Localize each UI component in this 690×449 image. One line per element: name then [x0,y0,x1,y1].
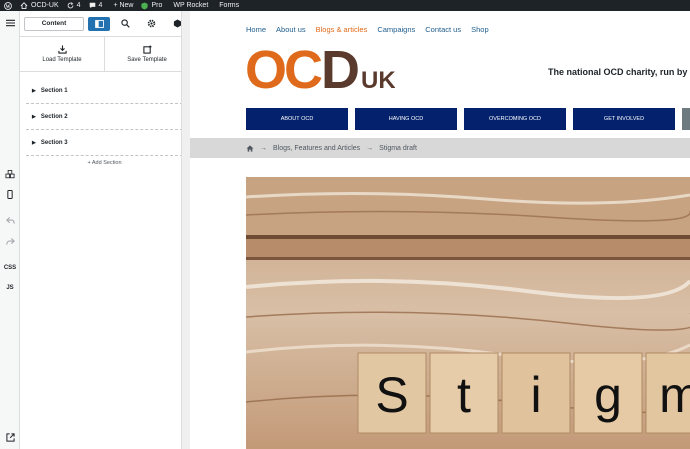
editor-panel: Content Load Template Save Template ▶ Se… [20,11,190,449]
caret-right-icon: ▶ [32,139,36,146]
nav-campaigns-link[interactable]: Campaigns [377,25,415,34]
section-label: Section 3 [40,139,68,146]
site-name-button[interactable]: OCD-UK [16,0,63,11]
comments-button[interactable]: 4 [85,0,107,11]
nav-about-link[interactable]: About us [276,25,306,34]
mobile-icon [7,189,13,199]
comments-count: 4 [98,2,103,9]
section-list: ▶ Section 1 ▶ Section 2 ▶ Section 3 + Ad… [20,72,189,166]
home-icon[interactable] [246,144,254,152]
tile-letter: t [457,367,471,423]
nav-get-involved-button[interactable]: Get Involved [573,108,675,130]
wordpress-icon: W [4,1,12,10]
logo-d-text: D [321,44,360,94]
save-template-icon [142,45,152,54]
tab-search[interactable] [114,17,136,31]
hero-image: S t i g m [246,177,690,449]
site-name-label: OCD-UK [31,2,59,9]
caret-right-icon: ▶ [32,113,36,120]
forms-button[interactable]: Forms [212,0,243,11]
save-template-label: Save Template [127,57,167,63]
css-button[interactable]: CSS [2,261,18,275]
breadcrumb-current: Stigma draft [379,144,417,152]
breadcrumb-separator: → [260,144,267,152]
wordpress-logo-button[interactable]: W [0,0,16,11]
panel-tabs: Content [20,11,189,37]
save-template-button[interactable]: Save Template [104,37,189,71]
tile-letter: m [659,367,690,423]
breadcrumb-blogs-link[interactable]: Blogs, Features and Articles [273,145,360,152]
ocd-uk-logo[interactable]: OC D UK [245,44,395,94]
tab-settings[interactable] [140,17,162,31]
updates-button[interactable]: 4 [63,0,85,11]
home-icon [20,2,28,9]
hamburger-icon [5,19,15,27]
tab-content[interactable]: Content [24,16,84,31]
section-item[interactable]: ▶ Section 3 [26,130,183,156]
pro-button[interactable]: Pro [137,0,166,11]
wp-rocket-button[interactable]: WP Rocket [166,0,212,11]
site-tagline: The national OCD charity, run by [548,67,688,77]
logo-oc-text: OC [245,44,322,94]
tile-letter: i [530,367,541,423]
nav-blogs-link[interactable]: Blogs & articles [316,25,368,34]
gear-icon [147,19,155,28]
new-label: + New [113,2,134,9]
undo-icon [5,216,15,224]
refresh-icon [67,2,73,9]
logo-uk-text: UK [361,67,395,94]
undo-button[interactable] [2,213,18,227]
pro-shield-icon [141,2,149,9]
new-content-button[interactable]: + New [106,0,137,11]
site-preview: Home About us Blogs & articles Campaigns… [190,11,690,449]
redo-button[interactable] [2,234,18,248]
section-item[interactable]: ▶ Section 2 [26,104,183,130]
template-actions: Load Template Save Template [20,37,189,72]
sidebar-layout-icon [94,19,104,28]
panel-scrollbar[interactable] [181,11,190,449]
comment-icon [89,2,95,9]
letter-tiles: S t i g m [357,352,690,434]
tab-layout[interactable] [88,16,110,31]
breadcrumb: → Blogs, Features and Articles → Stigma … [190,138,690,158]
screen: W OCD-UK 4 4 + New Pro WP Rocket Forms C… [0,0,690,449]
js-button[interactable]: JS [2,281,18,295]
section-label: Section 1 [40,87,68,94]
add-section-button[interactable]: + Add Section [26,160,183,166]
tile-letter: S [375,367,408,423]
nav-overcoming-ocd-button[interactable]: Overcoming OCD [464,108,566,130]
wp-rocket-label: WP Rocket [173,2,209,9]
menu-button[interactable] [2,16,18,30]
forms-label: Forms [219,2,240,9]
nav-extra-button[interactable] [682,108,690,130]
main-navigation: About OCD Having OCD Overcoming OCD Get … [246,108,690,130]
load-template-button[interactable]: Load Template [20,37,104,71]
pro-label: Pro [151,2,163,9]
nav-contact-link[interactable]: Contact us [425,25,461,34]
download-icon [57,45,67,54]
exit-editor-button[interactable] [2,430,18,444]
svg-text:W: W [6,4,11,9]
nav-about-ocd-button[interactable]: About OCD [246,108,348,130]
section-item[interactable]: ▶ Section 1 [26,78,183,104]
wp-admin-bar: W OCD-UK 4 4 + New Pro WP Rocket Forms [0,0,690,11]
load-template-label: Load Template [42,57,82,63]
nav-having-ocd-button[interactable]: Having OCD [355,108,457,130]
caret-right-icon: ▶ [32,87,36,94]
tile-letter: g [594,367,622,423]
top-navigation: Home About us Blogs & articles Campaigns… [246,25,499,34]
search-icon [120,19,130,28]
nav-shop-link[interactable]: Shop [471,25,489,34]
cubes-icon [5,169,15,178]
updates-count: 4 [76,2,81,9]
external-link-icon [5,432,15,442]
section-label: Section 2 [40,113,68,120]
nav-home-link[interactable]: Home [246,25,266,34]
redo-icon [5,237,15,245]
editor-icon-rail: CSS JS [0,11,20,449]
add-elements-button[interactable] [2,167,18,181]
breadcrumb-separator: → [366,144,374,152]
responsive-mode-button[interactable] [2,187,18,201]
